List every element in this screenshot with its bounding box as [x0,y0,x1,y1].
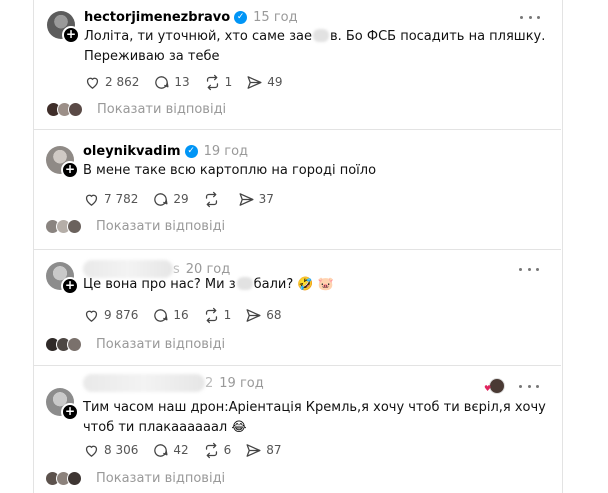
avatar[interactable]: + [46,388,79,421]
action-bar: 7 782 29 37 [83,190,288,208]
reply-avatar [67,470,82,486]
reply-avatar [67,336,82,352]
follow-plus-icon[interactable]: + [61,403,79,421]
show-replies-row[interactable]: Показати відповіді [45,468,225,488]
repost-count: 1 [223,308,232,322]
heart-icon: ♥ [484,384,492,393]
show-replies-link[interactable]: Показати відповіді [96,471,225,486]
like-button[interactable]: 7 782 [83,191,138,208]
comment-button[interactable]: 29 [152,191,189,208]
repost-icon [205,442,217,458]
share-count: 37 [258,192,274,206]
action-bar: 8 306 42 6 87 [83,441,296,459]
share-button[interactable]: 87 [245,442,282,459]
comment-icon [154,443,168,457]
author-reaction-avatar: ♥ [484,378,505,394]
like-button[interactable]: 9 876 [83,307,138,324]
share-button[interactable]: 68 [245,307,282,324]
comment-count: 29 [173,192,189,206]
comment-button[interactable]: 16 [152,307,189,324]
show-replies-row[interactable]: Показати відповіді [45,216,225,236]
send-icon [246,443,261,457]
follow-plus-icon[interactable]: + [61,161,79,179]
blurred-username [83,374,205,392]
heart-icon [85,194,98,206]
comment-text: Тим часом наш дрон:Аріентація Кремль,я х… [83,400,546,435]
like-count: 7 782 [104,192,139,206]
reply-avatar [67,218,82,234]
follow-plus-icon[interactable]: + [61,277,79,295]
comment-count: 16 [173,308,189,322]
username-fragment[interactable]: 2 [205,376,213,391]
verified-badge-icon: ✓ [184,144,198,158]
avatar[interactable]: + [46,146,79,179]
heart-icon [85,310,98,322]
repost-icon [205,191,217,207]
share-count: 68 [266,308,282,322]
share-button[interactable]: 37 [238,191,274,208]
show-replies-row[interactable]: Показати відповіді [45,334,225,354]
more-options-icon[interactable] [519,262,539,276]
timestamp[interactable]: 19 год [204,144,248,159]
username[interactable]: oleynikvadim [83,144,181,159]
share-count: 87 [266,443,282,457]
repost-icon [205,307,217,323]
comment-icon [154,308,168,322]
thread-overlay: + oleynikvadim ✓ 19 год В мене таке всю … [33,0,561,493]
repost-button[interactable] [203,191,224,208]
show-replies-link[interactable]: Показати відповіді [96,337,225,352]
divider [33,365,561,366]
send-icon [246,308,261,322]
repost-button[interactable]: 6 [203,442,232,459]
comment-button[interactable]: 42 [152,442,189,459]
like-count: 9 876 [104,308,139,322]
avatar[interactable]: + [46,262,79,295]
timestamp[interactable]: 19 год [219,376,263,391]
comment-text: В мене таке всю картоплю на городі поїло [83,163,377,178]
censored-word [236,277,253,290]
action-bar: 9 876 16 1 68 [83,306,296,324]
comment-icon [154,192,168,206]
like-count: 8 306 [104,443,139,457]
comment-count: 42 [173,443,189,457]
more-options-icon[interactable] [519,379,539,393]
repost-count: 6 [223,443,232,457]
comment-text: Це вона про нас? Ми з бали? 🤣 🐷 [83,277,334,292]
send-icon [239,192,254,206]
like-button[interactable]: 8 306 [83,442,138,459]
show-replies-link[interactable]: Показати відповіді [96,219,225,234]
divider [33,249,561,250]
heart-icon [85,445,98,457]
repost-button[interactable]: 1 [203,307,232,324]
